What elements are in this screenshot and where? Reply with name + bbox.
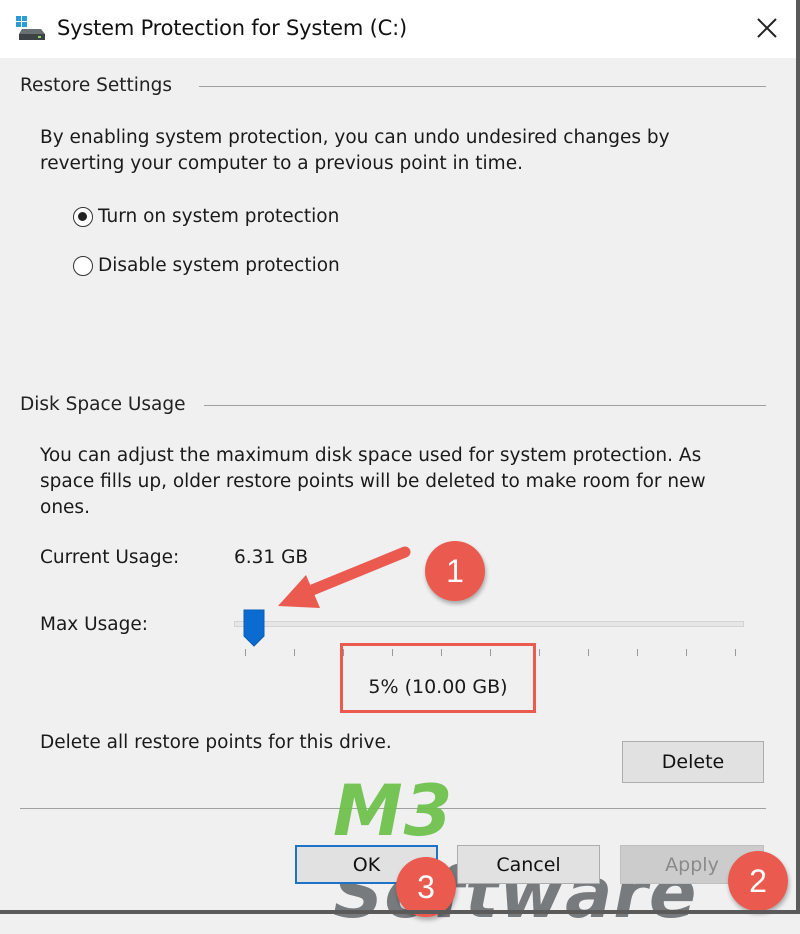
max-usage-slider-thumb[interactable]	[243, 609, 265, 647]
radio-button-checked[interactable]	[73, 206, 93, 227]
disk-space-heading: Disk Space Usage	[20, 394, 186, 415]
radio-disable-protection[interactable]: Disable system protection	[73, 255, 340, 276]
restore-description-line-1: By enabling system protection, you can u…	[40, 127, 670, 148]
slider-tick	[588, 649, 589, 656]
slider-tick	[637, 649, 638, 656]
title-bar: System Protection for System (C:)	[0, 0, 800, 58]
annotation-badge-3: 3	[396, 857, 456, 917]
annotation-badge-1: 1	[425, 541, 485, 601]
delete-description: Delete all restore points for this drive…	[40, 732, 392, 753]
max-usage-slider-track[interactable]	[234, 621, 744, 627]
disk-description-line-1: You can adjust the maximum disk space us…	[40, 445, 702, 466]
restore-settings-description: By enabling system protection, you can u…	[40, 125, 670, 177]
slider-tick	[245, 649, 246, 656]
disk-space-description: You can adjust the maximum disk space us…	[40, 443, 706, 521]
window-title: System Protection for System (C:)	[57, 16, 407, 40]
window-border-right	[796, 0, 800, 914]
slider-tick	[686, 649, 687, 656]
current-usage-label: Current Usage:	[40, 547, 180, 568]
restore-description-line-2: reverting your computer to a previous po…	[40, 153, 523, 174]
slider-tick	[539, 649, 540, 656]
restore-settings-heading: Restore Settings	[20, 75, 172, 96]
slider-tick	[294, 649, 295, 656]
window-border-bottom	[0, 910, 800, 914]
max-usage-value: 5% (10.00 GB)	[368, 676, 508, 698]
drive-icon	[16, 16, 45, 40]
annotation-badge-2: 2	[728, 851, 788, 911]
disk-description-line-3: ones.	[40, 497, 90, 518]
radio-label: Turn on system protection	[98, 206, 340, 227]
disk-space-divider	[204, 405, 766, 406]
watermark-m3: M3	[333, 770, 454, 852]
annotation-arrow-icon	[278, 546, 411, 608]
radio-button-unchecked[interactable]	[73, 255, 93, 276]
close-icon[interactable]	[748, 10, 786, 48]
radio-turn-on-protection[interactable]: Turn on system protection	[73, 206, 339, 227]
disk-description-line-2: space fills up, older restore points wil…	[40, 471, 706, 492]
max-usage-label: Max Usage:	[40, 614, 149, 635]
cancel-button[interactable]: Cancel	[457, 845, 600, 884]
slider-tick	[735, 649, 736, 656]
radio-label: Disable system protection	[98, 255, 340, 276]
restore-settings-divider	[199, 86, 766, 87]
